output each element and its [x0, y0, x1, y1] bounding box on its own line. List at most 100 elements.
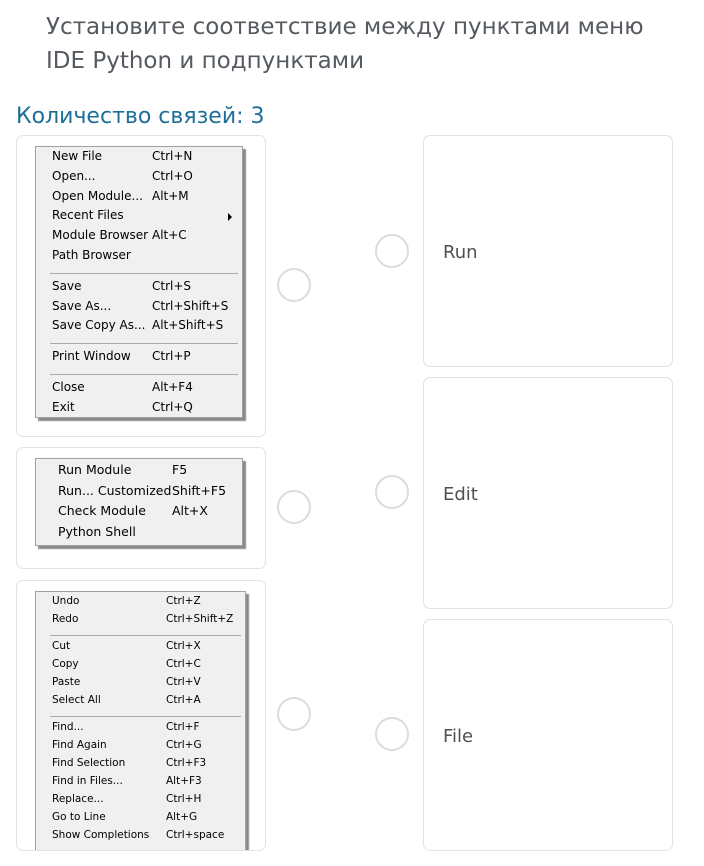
menu-item-label: Find in Files... — [52, 775, 123, 787]
menu-item-label: Copy — [52, 658, 79, 670]
menu-item-shortcut: Alt+G — [166, 811, 198, 823]
menu-item: Open... Ctrl+O — [36, 169, 242, 189]
answer-label-run: Run — [443, 242, 478, 263]
menu-item-shortcut: Ctrl+S — [152, 278, 192, 293]
menu-item: Undo Ctrl+Z — [36, 595, 245, 613]
menu-item: Save Ctrl+S — [36, 279, 242, 299]
menu-item-label: Find Selection — [52, 757, 126, 769]
menu-item: Run Module F5 — [36, 462, 242, 483]
left-card-edit-menu[interactable]: Undo Ctrl+Z Redo Ctrl+Shift+Z Cut Ctrl+X Copy C… — [16, 580, 266, 851]
menu-item: Copy Ctrl+C — [36, 658, 245, 676]
right-radio-file[interactable] — [375, 717, 409, 751]
menu-item-shortcut: Ctrl+G — [166, 739, 202, 751]
file-menu-image: New File Ctrl+N Open... Ctrl+O Open Module..… — [35, 146, 243, 418]
submenu-arrow-icon — [228, 213, 232, 222]
answer-label-file: File — [443, 726, 474, 747]
menu-separator — [50, 343, 238, 345]
menu-item-label: Save Copy As... — [52, 318, 146, 333]
menu-item-label: Undo — [52, 595, 80, 607]
menu-item: Find... Ctrl+F — [36, 721, 245, 739]
menu-item-label: Redo — [52, 613, 79, 625]
menu-item-label: Open... — [52, 168, 96, 183]
menu-item-shortcut: Alt+F3 — [166, 775, 202, 787]
left-radio-1[interactable] — [277, 268, 311, 302]
answer-card-edit[interactable]: Edit — [423, 377, 673, 609]
menu-item-label: Open Module... — [52, 188, 143, 203]
menu-item-shortcut: Ctrl+H — [166, 793, 202, 805]
menu-item-label: Run Module — [58, 462, 132, 477]
menu-item-shortcut: Alt+Shift+S — [152, 318, 224, 333]
menu-separator — [50, 635, 241, 636]
menu-item: Open Module... Alt+M — [36, 189, 242, 209]
menu-item-shortcut: Alt+M — [152, 188, 189, 203]
menu-item: Find in Files... Alt+F3 — [36, 775, 245, 793]
menu-item: Close Alt+F4 — [36, 380, 242, 400]
left-card-file-menu[interactable]: New File Ctrl+N Open... Ctrl+O Open Module..… — [16, 135, 266, 437]
menu-item-shortcut: Ctrl+O — [152, 168, 193, 183]
menu-item-shortcut: Ctrl+C — [166, 658, 201, 670]
menu-item: Exit Ctrl+Q — [36, 400, 242, 420]
menu-item-label: Run... Customized — [58, 482, 172, 498]
menu-item-shortcut: Ctrl+F — [166, 721, 200, 733]
menu-item-shortcut: Ctrl+Q — [152, 399, 193, 414]
menu-item: Path Browser — [36, 248, 242, 268]
menu-item: New File Ctrl+N — [36, 149, 242, 169]
menu-item-shortcut: Ctrl+F3 — [166, 757, 207, 769]
menu-item-label: Save As... — [52, 298, 112, 313]
links-count: Количество связей: 3 — [16, 104, 265, 129]
menu-item-shortcut: Ctrl+Shift+Z — [166, 613, 234, 625]
menu-separator — [50, 272, 238, 274]
menu-separator — [50, 374, 238, 375]
menu-item-label: Replace... — [52, 793, 104, 805]
menu-item-shortcut: Ctrl+Shift+S — [152, 298, 229, 313]
menu-item: Replace... Ctrl+H — [36, 793, 245, 811]
menu-item: Recent Files — [36, 208, 242, 228]
menu-item: Save As... Ctrl+Shift+S — [36, 299, 242, 319]
menu-item-shortcut: Ctrl+N — [152, 149, 193, 163]
menu-item-label: Cut — [52, 640, 71, 652]
left-radio-3[interactable] — [277, 697, 311, 731]
right-radio-run[interactable] — [375, 234, 409, 268]
question-text: Установите соответствие между пунктами м… — [46, 14, 644, 74]
left-card-run-menu[interactable]: Run Module F5 Run... Customized Shift+F5 Che… — [16, 447, 266, 569]
menu-item-label: Module Browser — [52, 228, 149, 243]
menu-item-shortcut: Alt+F4 — [152, 380, 193, 394]
menu-item-shortcut: Ctrl+A — [166, 694, 201, 706]
menu-item-shortcut: Ctrl+V — [166, 676, 201, 688]
menu-item: Redo Ctrl+Shift+Z — [36, 613, 245, 631]
menu-item-label: Go to Line — [52, 811, 106, 823]
menu-item: Find Selection Ctrl+F3 — [36, 757, 245, 775]
answer-label-edit: Edit — [443, 484, 478, 505]
menu-item-shortcut: Alt+C — [152, 228, 187, 243]
menu-item-shortcut: Ctrl+space — [166, 829, 225, 841]
menu-item-shortcut: Ctrl+Z — [166, 595, 201, 607]
menu-item: Show Completions Ctrl+space — [36, 829, 245, 847]
menu-item-label: Paste — [52, 676, 81, 688]
menu-item: Go to Line Alt+G — [36, 811, 245, 829]
left-radio-2[interactable] — [277, 490, 311, 524]
menu-item: Print Window Ctrl+P — [36, 349, 242, 369]
menu-item-label: Check Module — [58, 503, 146, 518]
menu-item-label: New File — [52, 149, 103, 163]
menu-item-label: Print Window — [52, 349, 131, 364]
menu-item: Python Shell — [36, 524, 242, 545]
menu-item-label: Find... — [52, 721, 84, 733]
menu-item-shortcut: F5 — [172, 462, 188, 477]
menu-item: Cut Ctrl+X — [36, 640, 245, 658]
menu-item-label: Find Again — [52, 739, 107, 751]
run-menu-image: Run Module F5 Run... Customized Shift+F5 Che… — [35, 458, 243, 546]
menu-item-label: Path Browser — [52, 248, 131, 262]
menu-item: Find Again Ctrl+G — [36, 739, 245, 757]
menu-item-shortcut: Alt+X — [172, 503, 208, 518]
menu-item: Save Copy As... Alt+Shift+S — [36, 318, 242, 338]
menu-item: Paste Ctrl+V — [36, 676, 245, 694]
answer-card-file[interactable]: File — [423, 619, 673, 851]
answer-card-run[interactable]: Run — [423, 135, 673, 367]
menu-separator — [50, 716, 241, 717]
menu-item: Select All Ctrl+A — [36, 694, 245, 712]
menu-item-label: Show Completions — [52, 829, 150, 841]
right-radio-edit[interactable] — [375, 475, 409, 509]
edit-menu-image: Undo Ctrl+Z Redo Ctrl+Shift+Z Cut Ctrl+X Copy C… — [35, 591, 246, 850]
menu-item: Module Browser Alt+C — [36, 228, 242, 248]
menu-item: Check Module Alt+X — [36, 503, 242, 524]
